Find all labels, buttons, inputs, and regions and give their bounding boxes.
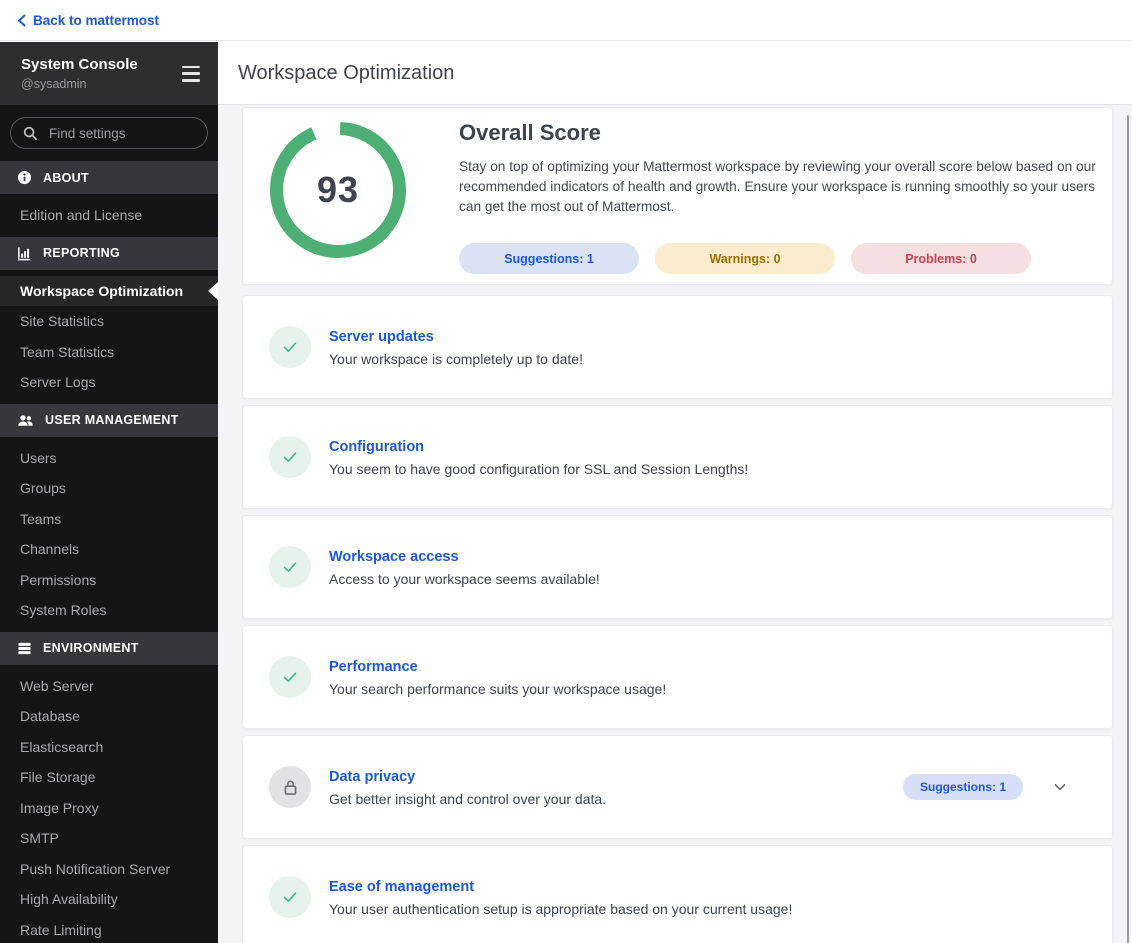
- nav-section-user-management: USER MANAGEMENT Users Groups Teams Channels P…: [0, 403, 218, 632]
- page-title: Workspace Optimization: [238, 61, 455, 84]
- page-header: Workspace Optimization: [218, 42, 1132, 105]
- content-area: 93 Overall Score Stay on top of optimizi…: [218, 105, 1132, 943]
- sidebar-item-groups[interactable]: Groups: [0, 473, 218, 504]
- nav-section-reporting: REPORTING Workspace Optimization Site Stat…: [0, 236, 218, 404]
- suggestions-chip: Suggestions: 1: [459, 243, 639, 274]
- sidebar-item-smtp[interactable]: SMTP: [0, 823, 218, 854]
- sidebar-item-permissions[interactable]: Permissions: [0, 565, 218, 596]
- server-icon: [17, 641, 32, 656]
- card-ease-of-management: Ease of management Your user authenticati…: [242, 845, 1113, 943]
- selected-item-arrow: [208, 281, 218, 300]
- card-title-workspace-access[interactable]: Workspace access: [329, 549, 459, 565]
- info-icon: [17, 170, 32, 185]
- suggestions-badge: Suggestions: 1: [902, 774, 1023, 800]
- card-performance: Performance Your search performance suits…: [242, 625, 1113, 729]
- sidebar-item-users[interactable]: Users: [0, 443, 218, 474]
- card-data-privacy: Data privacy Get better insight and contr…: [242, 735, 1113, 839]
- sidebar-item-elasticsearch[interactable]: Elasticsearch: [0, 732, 218, 763]
- check-circle-icon: [269, 436, 311, 478]
- score-chips: Suggestions: 1 Warnings: 0 Problems: 0: [459, 243, 1082, 274]
- sidebar-item-high-availability[interactable]: High Availability: [0, 884, 218, 915]
- section-header-about[interactable]: ABOUT: [0, 161, 218, 194]
- nav-section-about: ABOUT Edition and License: [0, 161, 218, 237]
- section-label: REPORTING: [43, 246, 121, 260]
- card-description: Your workspace is completely up to date!: [329, 350, 583, 367]
- card-workspace-access: Workspace access Access to your workspace…: [242, 515, 1113, 619]
- search-input[interactable]: [47, 124, 195, 142]
- console-title: System Console: [21, 55, 138, 73]
- card-description: You seem to have good configuration for …: [329, 460, 749, 477]
- overview-heading: Overall Score: [459, 120, 601, 145]
- bar-chart-icon: [17, 246, 32, 261]
- problems-chip: Problems: 0: [851, 243, 1031, 274]
- sidebar-item-rate-limiting[interactable]: Rate Limiting: [0, 915, 218, 943]
- card-title-server-updates[interactable]: Server updates: [329, 329, 434, 345]
- sidebar-item-channels[interactable]: Channels: [0, 534, 218, 565]
- search-icon: [23, 126, 38, 141]
- sidebar-item-image-proxy[interactable]: Image Proxy: [0, 793, 218, 824]
- settings-search-box[interactable]: [10, 117, 208, 149]
- check-circle-icon: [269, 546, 311, 588]
- sidebar-header: System Console @sysadmin: [0, 42, 218, 105]
- vertical-scrollbar[interactable]: [1127, 115, 1129, 943]
- section-header-reporting[interactable]: REPORTING: [0, 236, 218, 270]
- overview-description: Stay on top of optimizing your Mattermos…: [459, 159, 1096, 214]
- card-server-updates: Server updates Your workspace is complete…: [242, 295, 1113, 399]
- sidebar-item-server-logs[interactable]: Server Logs: [0, 367, 218, 398]
- overall-score-card: 93 Overall Score Stay on top of optimizi…: [242, 107, 1113, 285]
- card-description: Your search performance suits your works…: [329, 680, 667, 697]
- section-label: ENVIRONMENT: [43, 641, 139, 655]
- back-chevron-icon: [17, 14, 26, 27]
- warnings-chip: Warnings: 0: [655, 243, 835, 274]
- score-ring: 93: [270, 121, 406, 258]
- back-to-mattermost-link[interactable]: Back to mattermost: [17, 13, 159, 28]
- sidebar-item-web-server[interactable]: Web Server: [0, 671, 218, 702]
- check-circle-icon: [269, 876, 311, 918]
- console-user: @sysadmin: [21, 76, 87, 91]
- section-label: USER MANAGEMENT: [45, 413, 179, 427]
- sidebar-item-database[interactable]: Database: [0, 701, 218, 732]
- card-title-data-privacy[interactable]: Data privacy: [329, 769, 415, 785]
- top-bar: Back to mattermost: [0, 0, 1132, 41]
- lock-circle-icon: [269, 766, 311, 808]
- system-console-sidebar: System Console @sysadmin ABOUT Edition an…: [0, 42, 218, 943]
- nav-section-environment: ENVIRONMENT Web Server Database Elasticsear…: [0, 631, 218, 943]
- sidebar-item-teams[interactable]: Teams: [0, 504, 218, 535]
- check-circle-icon: [269, 656, 311, 698]
- card-title-performance[interactable]: Performance: [329, 659, 418, 675]
- back-link-label: Back to mattermost: [33, 12, 160, 28]
- card-description: Your user authentication setup is approp…: [329, 900, 793, 917]
- sidebar-item-workspace-optimization[interactable]: Workspace Optimization: [0, 275, 218, 306]
- sidebar-item-file-storage[interactable]: File Storage: [0, 762, 218, 793]
- chevron-down-icon[interactable]: [1048, 775, 1072, 799]
- section-header-user-management[interactable]: USER MANAGEMENT: [0, 403, 218, 437]
- card-configuration: Configuration You seem to have good confi…: [242, 405, 1113, 509]
- sidebar-item-push-notification-server[interactable]: Push Notification Server: [0, 854, 218, 885]
- users-icon: [17, 413, 34, 428]
- sidebar-item-system-roles[interactable]: System Roles: [0, 595, 218, 626]
- sidebar-nav: ABOUT Edition and License REPORTING Workspa…: [0, 161, 218, 943]
- card-title-configuration[interactable]: Configuration: [329, 439, 424, 455]
- card-title-ease-of-management[interactable]: Ease of management: [329, 879, 474, 895]
- menu-icon[interactable]: [180, 65, 202, 83]
- card-description: Access to your workspace seems available…: [329, 570, 600, 587]
- sidebar-item-edition-and-license[interactable]: Edition and License: [0, 200, 218, 231]
- sidebar-item-team-statistics[interactable]: Team Statistics: [0, 337, 218, 368]
- score-value: 93: [316, 169, 360, 210]
- section-label: ABOUT: [43, 170, 89, 185]
- sidebar-item-site-statistics[interactable]: Site Statistics: [0, 306, 218, 337]
- section-header-environment[interactable]: ENVIRONMENT: [0, 631, 218, 665]
- card-description: Get better insight and control over your…: [329, 790, 607, 807]
- check-circle-icon: [269, 326, 311, 368]
